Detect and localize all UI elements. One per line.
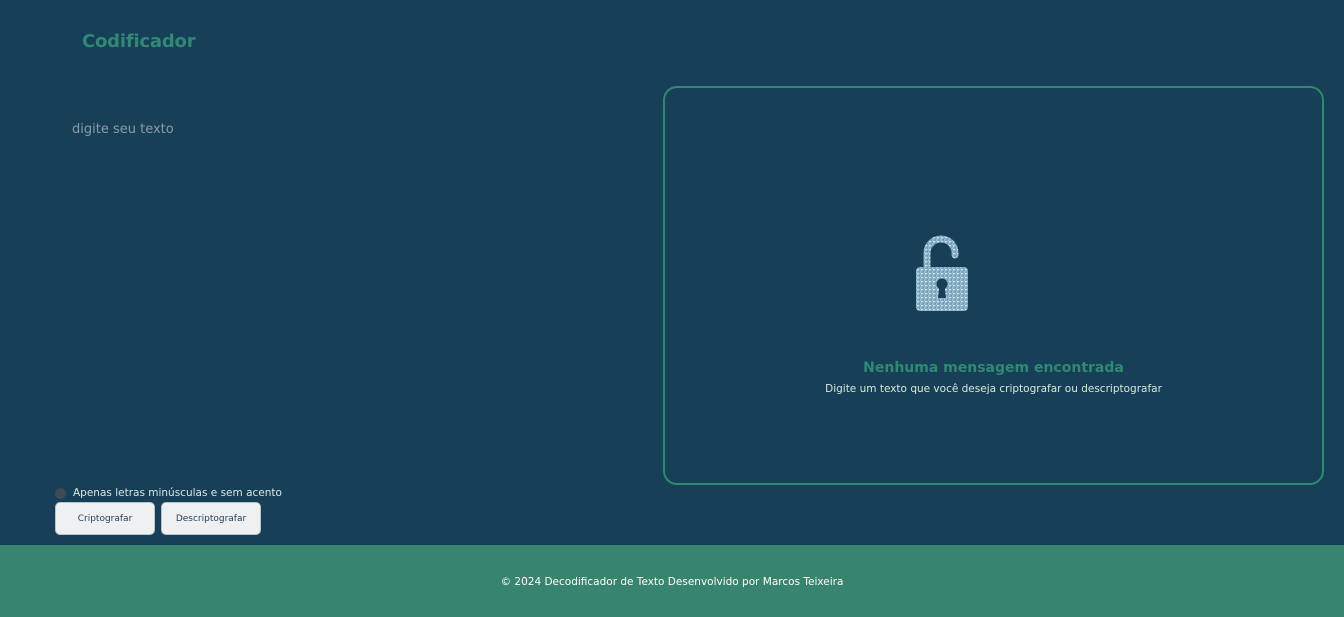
unlocked-padlock-icon	[916, 235, 968, 311]
input-notice: Apenas letras minúsculas e sem acento	[55, 487, 282, 499]
empty-state-title: Nenhuma mensagem encontrada	[863, 360, 1124, 376]
footer: © 2024 Decodificador de Texto Desenvolvi…	[0, 545, 1344, 617]
logo-title: Codificador	[82, 31, 196, 52]
encrypt-button[interactable]: Criptografar	[55, 502, 155, 535]
footer-text: © 2024 Decodificador de Texto Desenvolvi…	[500, 576, 844, 588]
page: Codificador Nenhuma mensagem encon	[0, 0, 1344, 617]
output-panel: Nenhuma mensagem encontrada Digite um te…	[663, 86, 1324, 485]
empty-state-subtitle: Digite um texto que você deseja criptogr…	[825, 383, 1162, 395]
info-dot-icon	[55, 487, 66, 499]
decrypt-button[interactable]: Descriptografar	[161, 502, 261, 535]
notice-text: Apenas letras minúsculas e sem acento	[73, 487, 282, 499]
text-input[interactable]	[70, 118, 630, 468]
